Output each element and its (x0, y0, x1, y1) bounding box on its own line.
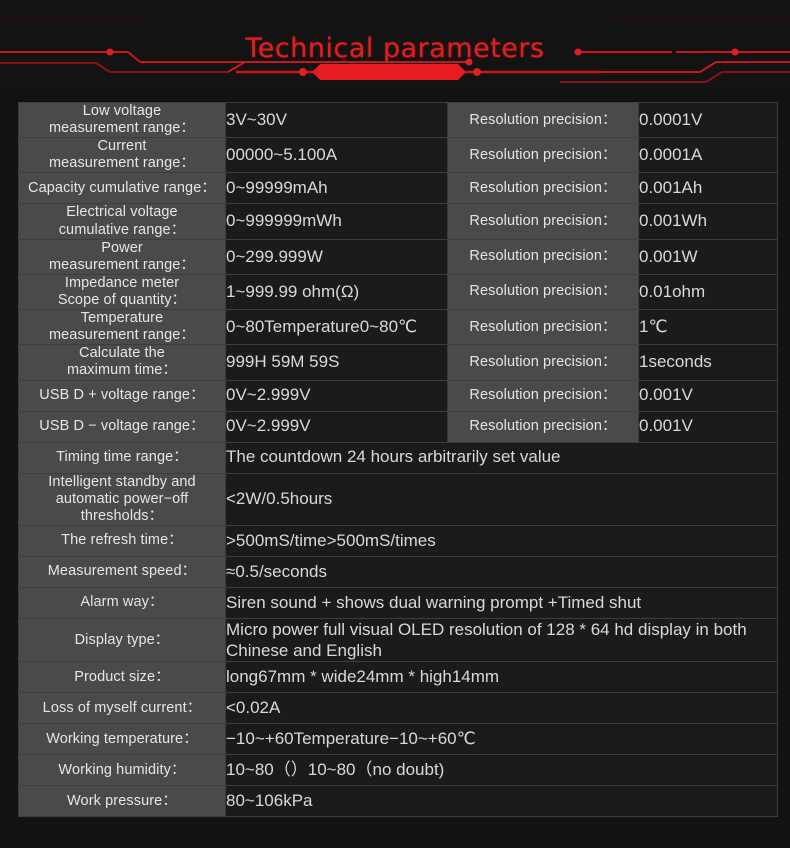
parameter-value: <2W/0.5hours (225, 472, 778, 526)
table-body: Low voltage measurement range： 3V~30V Resol… (18, 101, 778, 818)
parameter-value: 3V~30V (225, 101, 448, 139)
table-row: Power measurement range： 0~299.999W Resolut… (18, 238, 778, 275)
parameter-label: USB D − voltage range： (18, 410, 226, 443)
parameter-label: Intelligent standby and automatic power−o… (18, 472, 226, 526)
parameter-label: Alarm way： (18, 586, 226, 619)
parameter-value: 80~106kPa (225, 785, 778, 818)
table-row: Product size： long67mm * wide24mm * high1… (18, 661, 778, 694)
table-row: Calculate the maximum time： 999H 59M 59S Re… (18, 344, 778, 381)
parameter-value: <0.02A (225, 692, 778, 725)
table-row: USB D + voltage range： 0V~2.999V Resolutio… (18, 379, 778, 412)
table-row: Working temperature： −10~+60Temperature−1… (18, 723, 778, 756)
parameter-label: Working temperature： (18, 723, 226, 756)
resolution-label: Resolution precision： (447, 203, 639, 240)
resolution-label: Resolution precision： (447, 309, 639, 346)
parameter-label: Impedance meter Scope of quantity： (18, 273, 226, 311)
table-row: Low voltage measurement range： 3V~30V Resol… (18, 101, 778, 139)
parameter-label: Loss of myself current： (18, 692, 226, 725)
technical-parameters-table-wrapper: Low voltage measurement range： 3V~30V Resol… (18, 101, 778, 818)
parameter-label: Timing time range： (18, 441, 226, 474)
parameter-value: 00000~5.100A (225, 137, 448, 174)
parameter-value: −10~+60Temperature−10~+60℃ (225, 723, 778, 756)
parameter-value: ≈0.5/seconds (225, 555, 778, 588)
resolution-label: Resolution precision： (447, 238, 639, 275)
parameter-label: Work pressure： (18, 785, 226, 818)
parameter-value: 0~299.999W (225, 238, 448, 275)
resolution-value: 1seconds (638, 344, 778, 381)
table-row: Intelligent standby and automatic power−o… (18, 472, 778, 526)
parameter-label: The refresh time： (18, 524, 226, 557)
parameter-label: Electrical voltage cumulative range： (18, 203, 226, 240)
page-title: Technical parameters (245, 33, 545, 64)
header-accent-bar (312, 64, 466, 80)
table-row: Alarm way： Siren sound + shows dual warni… (18, 586, 778, 619)
resolution-label: Resolution precision： (447, 137, 639, 174)
page-header-banner: Technical parameters (0, 0, 790, 92)
table-row: Measurement speed： ≈0.5/seconds (18, 555, 778, 588)
table-row: Capacity cumulative range： 0~99999mAh Reso… (18, 172, 778, 205)
parameter-value: 0~999999mWh (225, 203, 448, 240)
table-row: Electrical voltage cumulative range： 0~999… (18, 203, 778, 240)
parameter-label: Measurement speed： (18, 555, 226, 588)
parameter-value: 10~80（）10~80（no doubt) (225, 754, 778, 787)
resolution-value: 0.001Ah (638, 172, 778, 205)
technical-parameters-table: Low voltage measurement range： 3V~30V Resol… (18, 101, 778, 818)
parameter-value: The countdown 24 hours arbitrarily set v… (225, 441, 778, 474)
table-row: Display type： Micro power full visual OLE… (18, 617, 778, 663)
resolution-label: Resolution precision： (447, 172, 639, 205)
table-row: Work pressure： 80~106kPa (18, 785, 778, 818)
parameter-value: Micro power full visual OLED resolution … (225, 617, 778, 663)
parameter-label: Product size： (18, 661, 226, 694)
resolution-label: Resolution precision： (447, 101, 639, 139)
parameter-label: Display type： (18, 617, 226, 663)
table-row: Current measurement range： 00000~5.100A Res… (18, 137, 778, 174)
parameter-value: 0V~2.999V (225, 379, 448, 412)
resolution-label: Resolution precision： (447, 273, 639, 311)
parameter-label: Temperature measurement range： (18, 309, 226, 346)
resolution-value: 0.0001A (638, 137, 778, 174)
resolution-value: 0.001V (638, 410, 778, 443)
resolution-label: Resolution precision： (447, 410, 639, 443)
table-row: Working humidity： 10~80（）10~80（no doubt) (18, 754, 778, 787)
resolution-value: 0.001Wh (638, 203, 778, 240)
table-row: Impedance meter Scope of quantity： 1~999.9… (18, 273, 778, 311)
table-row: Loss of myself current： <0.02A (18, 692, 778, 725)
resolution-value: 0.001W (638, 238, 778, 275)
parameter-label: Working humidity： (18, 754, 226, 787)
resolution-value: 0.0001V (638, 101, 778, 139)
resolution-value: 0.001V (638, 379, 778, 412)
parameter-label: Power measurement range： (18, 238, 226, 275)
parameter-label: Calculate the maximum time： (18, 344, 226, 381)
parameter-value: >500mS/time>500mS/times (225, 524, 778, 557)
parameter-value: 1~999.99 ohm(Ω) (225, 273, 448, 311)
parameter-value: long67mm * wide24mm * high14mm (225, 661, 778, 694)
parameter-label: Capacity cumulative range： (18, 172, 226, 205)
parameter-value: Siren sound + shows dual warning prompt … (225, 586, 778, 619)
parameter-label: Current measurement range： (18, 137, 226, 174)
resolution-value: 0.01ohm (638, 273, 778, 311)
parameter-label: Low voltage measurement range： (18, 101, 226, 139)
resolution-label: Resolution precision： (447, 379, 639, 412)
resolution-value: 1℃ (638, 309, 778, 346)
table-row: The refresh time： >500mS/time>500mS/times (18, 524, 778, 557)
parameter-value: 0~80Temperature0~80℃ (225, 309, 448, 346)
table-row: Temperature measurement range： 0~80Tempera… (18, 309, 778, 346)
parameter-value: 999H 59M 59S (225, 344, 448, 381)
table-row: Timing time range： The countdown 24 hours… (18, 441, 778, 474)
table-row: USB D − voltage range： 0V~2.999V Resolutio… (18, 410, 778, 443)
parameter-value: 0~99999mAh (225, 172, 448, 205)
parameter-value: 0V~2.999V (225, 410, 448, 443)
resolution-label: Resolution precision： (447, 344, 639, 381)
parameter-label: USB D + voltage range： (18, 379, 226, 412)
